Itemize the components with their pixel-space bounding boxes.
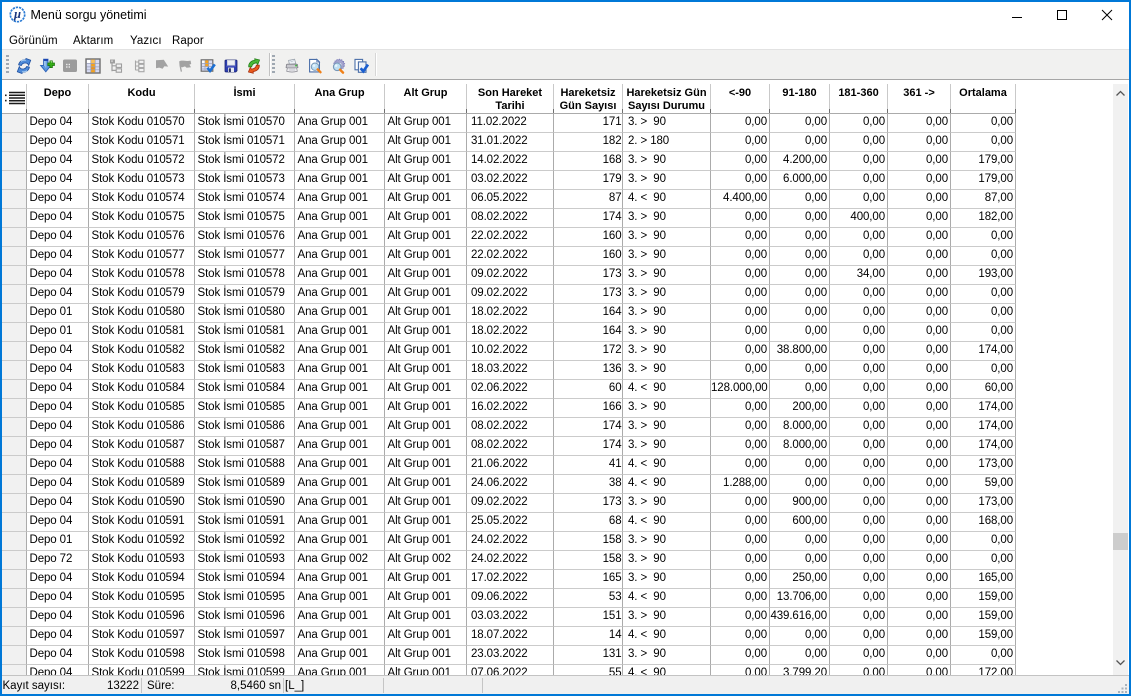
svg-text:µ: µ [13,7,21,21]
